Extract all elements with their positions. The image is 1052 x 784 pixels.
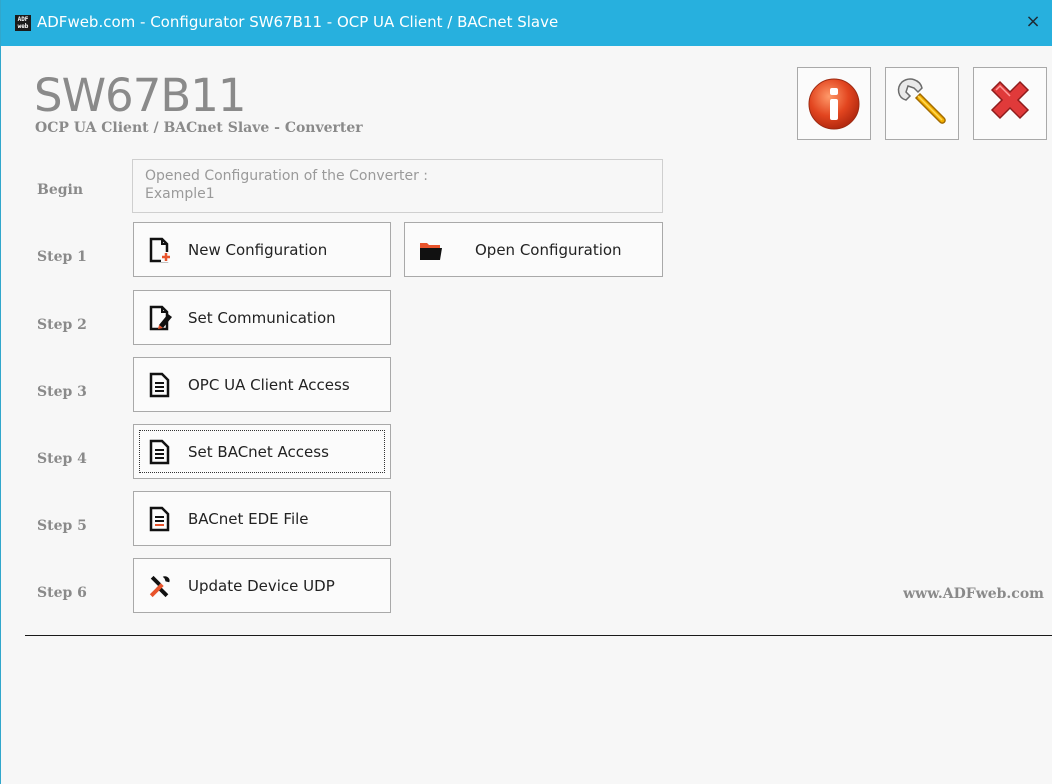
window-close-button[interactable]: × <box>1023 11 1043 33</box>
bacnet-ede-file-button[interactable]: BACnet EDE File <box>133 491 391 546</box>
opened-config-caption: Opened Configuration of the Converter : <box>145 168 429 184</box>
app-logo-icon: ADF web <box>15 15 31 31</box>
document-icon <box>149 372 170 397</box>
folder-icon <box>420 242 442 260</box>
update-device-udp-label: Update Device UDP <box>188 576 335 595</box>
step-6-label: Step 6 <box>37 585 87 601</box>
product-subtitle: OCP UA Client / BACnet Slave - Converter <box>35 120 363 136</box>
bacnet-ede-file-label: BACnet EDE File <box>188 509 309 528</box>
app-window: ADF web ADFweb.com - Configurator SW67B1… <box>0 0 1052 784</box>
update-device-udp-button[interactable]: Update Device UDP <box>133 558 391 613</box>
exit-icon <box>990 80 1030 119</box>
file-text-icon <box>149 506 170 531</box>
new-configuration-button[interactable]: New Configuration <box>133 222 391 277</box>
set-communication-label: Set Communication <box>188 308 336 327</box>
info-icon <box>808 78 860 129</box>
open-configuration-label: Open Configuration <box>475 240 622 259</box>
edit-document-icon <box>149 305 172 330</box>
product-code: SW67B11 <box>34 69 246 122</box>
new-document-icon <box>149 237 171 262</box>
new-configuration-label: New Configuration <box>188 240 328 259</box>
wrench-icon <box>897 77 946 124</box>
opened-config-info: Opened Configuration of the Converter : … <box>132 159 663 213</box>
title-bar[interactable]: ADF web ADFweb.com - Configurator SW67B1… <box>1 0 1052 46</box>
opc-ua-client-access-button[interactable]: OPC UA Client Access <box>133 357 391 412</box>
set-bacnet-access-button[interactable]: Set BACnet Access <box>133 424 391 479</box>
step-1-label: Step 1 <box>37 249 87 265</box>
focus-outline <box>139 430 385 473</box>
opened-config-name: Example1 <box>145 186 215 202</box>
step-4-label: Step 4 <box>37 451 87 467</box>
opc-ua-client-access-label: OPC UA Client Access <box>188 375 350 394</box>
info-button[interactable] <box>797 67 871 140</box>
step-begin-label: Begin <box>37 182 84 198</box>
tools-button[interactable] <box>885 67 959 140</box>
divider <box>25 635 1052 636</box>
step-2-label: Step 2 <box>37 317 87 333</box>
exit-button[interactable] <box>973 67 1047 140</box>
set-communication-button[interactable]: Set Communication <box>133 290 391 345</box>
window-title: ADFweb.com - Configurator SW67B11 - OCP … <box>37 13 559 31</box>
step-5-label: Step 5 <box>37 518 87 534</box>
step-3-label: Step 3 <box>37 384 87 400</box>
tools-icon <box>149 575 170 597</box>
website-link[interactable]: www.ADFweb.com <box>903 586 1044 602</box>
open-configuration-button[interactable]: Open Configuration <box>404 222 663 277</box>
